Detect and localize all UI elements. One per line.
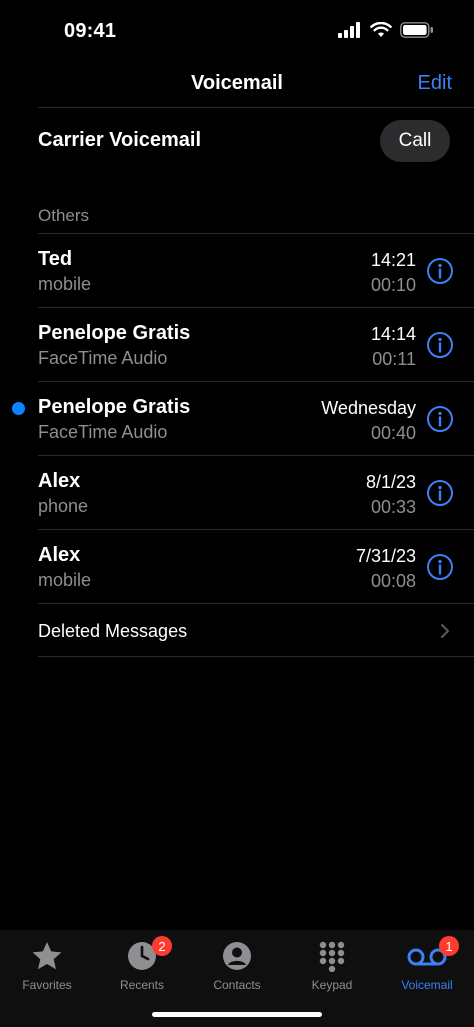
tab-favorites[interactable]: Favorites bbox=[0, 940, 94, 1000]
section-header-others: Others bbox=[38, 206, 90, 225]
voicemail-date: Wednesday bbox=[321, 398, 416, 418]
divider bbox=[38, 603, 474, 604]
caller-name: Penelope Gratis bbox=[38, 322, 191, 344]
call-type: FaceTime Audio bbox=[38, 348, 168, 368]
status-bar: 09:41 bbox=[0, 0, 474, 64]
tab-label: Recents bbox=[119, 978, 165, 992]
info-icon[interactable] bbox=[426, 331, 454, 359]
call-type: phone bbox=[38, 496, 89, 516]
info-icon[interactable] bbox=[426, 257, 454, 285]
battery-icon bbox=[400, 22, 433, 38]
voicemail-duration: 00:33 bbox=[370, 497, 416, 517]
voicemail-icon: 1 bbox=[405, 936, 459, 972]
carrier-voicemail-row: Carrier Voicemail Call bbox=[0, 108, 474, 174]
nav-bar: Voicemail Edit bbox=[0, 64, 474, 104]
call-button[interactable]: Call bbox=[380, 120, 450, 162]
voicemail-duration: 00:40 bbox=[370, 423, 416, 443]
voicemail-row[interactable]: Penelope Gratis FaceTime Audio Wednesday 00… bbox=[0, 382, 474, 456]
voicemail-date: 14:21 bbox=[370, 250, 416, 270]
voicemail-row[interactable]: Ted mobile 14:21 00:10 bbox=[0, 234, 474, 308]
status-icons bbox=[338, 22, 434, 38]
cellular-signal-icon bbox=[338, 22, 360, 38]
call-type: mobile bbox=[38, 570, 92, 590]
unread-dot bbox=[12, 402, 25, 415]
caller-name: Penelope Gratis bbox=[38, 396, 191, 418]
keypad-icon bbox=[316, 940, 348, 973]
tab-label: Voicemail bbox=[401, 978, 453, 992]
tab-label: Favorites bbox=[22, 978, 72, 992]
page-title: Voicemail bbox=[191, 72, 283, 94]
voicemail-row[interactable]: Alex mobile 7/31/23 00:08 bbox=[0, 530, 474, 604]
edit-button[interactable]: Edit bbox=[418, 72, 452, 95]
caller-name: Alex bbox=[38, 470, 81, 492]
voicemail-duration: 00:11 bbox=[372, 349, 416, 369]
tab-label: Keypad bbox=[311, 978, 353, 992]
voicemail-date: 7/31/23 bbox=[355, 546, 416, 566]
info-icon[interactable] bbox=[426, 479, 454, 507]
voicemail-date: 8/1/23 bbox=[365, 472, 416, 492]
voicemail-duration: 00:10 bbox=[370, 275, 416, 295]
deleted-messages-row[interactable]: Deleted Messages bbox=[0, 606, 474, 656]
recents-badge: 2 bbox=[152, 936, 172, 956]
tab-voicemail[interactable]: 1 Voicemail bbox=[380, 936, 474, 1000]
voicemail-row[interactable]: Penelope Gratis FaceTime Audio 14:14 00:11 bbox=[0, 308, 474, 382]
deleted-messages-label: Deleted Messages bbox=[38, 621, 188, 641]
home-indicator bbox=[152, 1012, 322, 1017]
chevron-right-icon bbox=[441, 624, 449, 638]
tab-recents[interactable]: 2 Recents bbox=[95, 936, 189, 1000]
voicemail-row[interactable]: Alex phone 8/1/23 00:33 bbox=[0, 456, 474, 530]
carrier-voicemail-label: Carrier Voicemail bbox=[38, 129, 202, 151]
wifi-icon bbox=[370, 22, 392, 37]
caller-name: Ted bbox=[38, 248, 73, 270]
status-time: 09:41 bbox=[64, 20, 117, 42]
info-icon[interactable] bbox=[426, 405, 454, 433]
star-icon bbox=[31, 940, 63, 972]
info-icon[interactable] bbox=[426, 553, 454, 581]
voicemail-date: 14:14 bbox=[370, 324, 416, 344]
person-icon bbox=[221, 940, 253, 972]
tab-label: Contacts bbox=[213, 978, 261, 992]
voicemail-duration: 00:08 bbox=[370, 571, 416, 591]
call-type: FaceTime Audio bbox=[38, 422, 168, 442]
tab-keypad[interactable]: Keypad bbox=[285, 940, 379, 1000]
caller-name: Alex bbox=[38, 544, 81, 566]
clock-icon: 2 bbox=[126, 936, 172, 972]
divider bbox=[38, 656, 474, 657]
tab-contacts[interactable]: Contacts bbox=[190, 940, 284, 1000]
call-type: mobile bbox=[38, 274, 92, 294]
voicemail-badge: 1 bbox=[439, 936, 459, 956]
